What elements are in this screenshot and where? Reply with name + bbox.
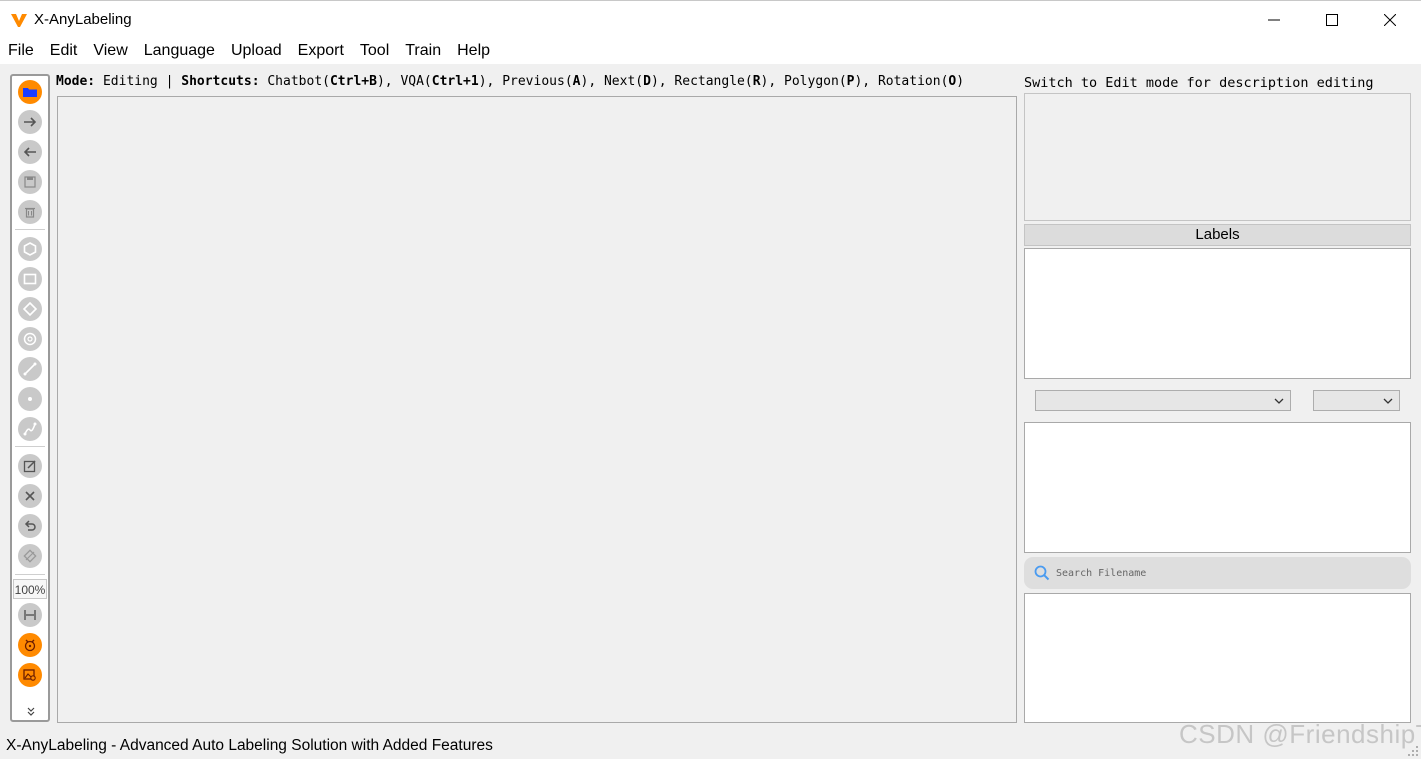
chevron-down-icon	[1274, 398, 1284, 404]
mode-shortcuts-bar: Mode: Editing | Shortcuts: Chatbot(Ctrl+…	[56, 74, 965, 89]
shortcut-chatbot: Chatbot(Ctrl+B)	[267, 74, 385, 89]
title-bar: X-AnyLabeling	[0, 0, 1421, 38]
polygon-icon	[23, 242, 37, 256]
next-image-button[interactable]	[18, 110, 42, 134]
rotation-icon	[22, 301, 38, 317]
mode-value: Editing	[102, 74, 158, 89]
open-folder-button[interactable]	[18, 80, 42, 104]
rectangle-icon	[23, 273, 37, 285]
close-icon	[1384, 14, 1396, 26]
menu-view[interactable]: View	[93, 38, 135, 64]
image-search-button[interactable]	[18, 663, 42, 687]
menu-language[interactable]: Language	[144, 38, 223, 64]
shortcut-polygon: Polygon(P)	[784, 74, 863, 89]
toolbar-divider	[15, 229, 45, 230]
watermark: CSDN @FriendshipT	[1179, 719, 1421, 749]
delete-file-button[interactable]	[18, 200, 42, 224]
point-icon	[28, 397, 32, 401]
point-tool-button[interactable]	[18, 387, 42, 411]
circle-icon	[23, 332, 37, 346]
circle-tool-button[interactable]	[18, 327, 42, 351]
rectangle-tool-button[interactable]	[18, 267, 42, 291]
group-filter-dropdown[interactable]	[1313, 390, 1400, 411]
window-title: X-AnyLabeling	[34, 11, 132, 28]
delete-button[interactable]	[18, 484, 42, 508]
fit-width-icon	[24, 610, 36, 620]
fit-width-button[interactable]	[18, 603, 42, 627]
undo-icon	[24, 520, 36, 531]
description-box[interactable]	[1024, 93, 1411, 221]
line-tool-button[interactable]	[18, 357, 42, 381]
line-icon	[23, 362, 37, 376]
menu-upload[interactable]: Upload	[231, 38, 290, 64]
shortcut-next: Next(D)	[603, 74, 659, 89]
polygon-tool-button[interactable]	[18, 237, 42, 261]
chevron-down-icon	[1383, 398, 1393, 404]
open-folder-icon	[23, 88, 37, 97]
menu-bar: File Edit View Language Upload Export To…	[0, 38, 1421, 64]
file-list[interactable]	[1024, 593, 1411, 723]
toolbar-divider	[15, 446, 45, 447]
search-bar	[1024, 557, 1411, 589]
shortcut-rotation: Rotation(O)	[877, 74, 965, 89]
close-button[interactable]	[1361, 1, 1419, 39]
linestrip-tool-button[interactable]	[18, 417, 42, 441]
chevron-down-icon[interactable]	[24, 704, 38, 718]
shortcut-vqa: VQA(Ctrl+1)	[400, 74, 487, 89]
maximize-button[interactable]	[1303, 1, 1361, 39]
next-arrow-icon	[24, 117, 37, 127]
previous-image-button[interactable]	[18, 140, 42, 164]
search-icon	[1034, 565, 1050, 581]
resize-grip-icon[interactable]	[1407, 745, 1419, 757]
linestrip-icon	[23, 422, 37, 436]
labels-header: Labels	[1024, 224, 1411, 246]
menu-file[interactable]: File	[8, 38, 42, 64]
image-search-icon	[23, 669, 36, 681]
undo-button[interactable]	[18, 514, 42, 538]
description-hint: Switch to Edit mode for description edit…	[1024, 75, 1374, 91]
mode-separator: |	[165, 74, 174, 89]
menu-tool[interactable]: Tool	[360, 38, 397, 64]
brightness-icon	[23, 549, 37, 563]
status-message: X-AnyLabeling - Advanced Auto Labeling S…	[6, 737, 493, 754]
shortcut-previous: Previous(A)	[502, 74, 589, 89]
shortcuts-label: Shortcuts:	[181, 74, 260, 89]
menu-edit[interactable]: Edit	[50, 38, 86, 64]
left-toolbar: 100%	[10, 74, 50, 722]
menu-export[interactable]: Export	[298, 38, 352, 64]
zoom-level[interactable]: 100%	[13, 579, 47, 599]
minimize-button[interactable]	[1245, 1, 1303, 39]
app-logo-icon	[11, 14, 27, 27]
minimize-icon	[1268, 19, 1280, 21]
image-canvas[interactable]	[57, 96, 1017, 723]
shortcut-rectangle: Rectangle(R)	[674, 74, 769, 89]
auto-labeling-icon	[24, 639, 36, 652]
maximize-icon	[1326, 14, 1338, 26]
edit-button[interactable]	[18, 454, 42, 478]
menu-help[interactable]: Help	[457, 38, 498, 64]
labels-list[interactable]	[1024, 248, 1411, 379]
toolbar-divider	[15, 574, 45, 575]
mode-label: Mode:	[56, 74, 96, 89]
auto-labeling-button[interactable]	[18, 633, 42, 657]
rotation-tool-button[interactable]	[18, 297, 42, 321]
menu-train[interactable]: Train	[405, 38, 449, 64]
brightness-button[interactable]	[18, 544, 42, 568]
delete-icon	[25, 491, 35, 501]
save-button[interactable]	[18, 170, 42, 194]
label-filter-dropdown[interactable]	[1035, 390, 1291, 411]
previous-arrow-icon	[23, 147, 36, 157]
edit-icon	[23, 460, 36, 473]
search-filename-input[interactable]	[1056, 563, 1396, 583]
save-icon	[24, 176, 36, 188]
delete-file-icon	[25, 207, 35, 218]
shapes-list[interactable]	[1024, 422, 1411, 553]
